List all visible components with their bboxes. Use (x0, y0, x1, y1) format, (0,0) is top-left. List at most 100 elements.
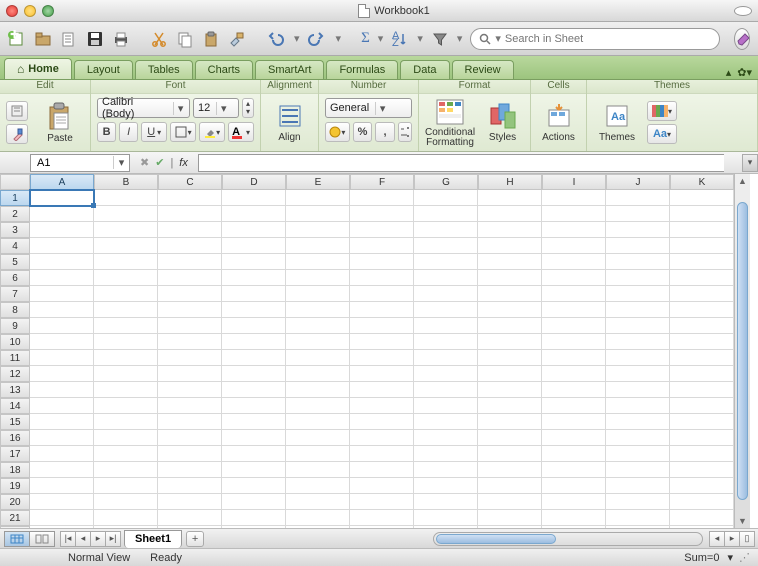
cell-I15[interactable] (542, 414, 606, 430)
cell-I21[interactable] (542, 510, 606, 526)
align-button[interactable]: Align (267, 102, 312, 143)
horizontal-scroll-thumb[interactable] (436, 534, 556, 544)
cell-A22[interactable] (30, 526, 94, 528)
cell-J19[interactable] (606, 478, 670, 494)
normal-view-button[interactable] (4, 531, 30, 547)
cell-D2[interactable] (222, 206, 286, 222)
cell-G3[interactable] (414, 222, 478, 238)
cell-G1[interactable] (414, 190, 478, 206)
cell-F19[interactable] (350, 478, 414, 494)
clear-dropdown[interactable] (6, 124, 28, 144)
row-header-1[interactable]: 1 (0, 190, 30, 206)
fill-color-button[interactable]: ▾ (199, 122, 225, 142)
cell-K3[interactable] (670, 222, 734, 238)
cell-G18[interactable] (414, 462, 478, 478)
cell-F2[interactable] (350, 206, 414, 222)
cell-E2[interactable] (286, 206, 350, 222)
undo-button[interactable] (266, 28, 286, 50)
sheet-tab-1[interactable]: Sheet1 (124, 530, 182, 548)
cell-B14[interactable] (94, 398, 158, 414)
name-box[interactable]: A1 ▾ (30, 154, 130, 172)
actions-button[interactable]: Actions (537, 102, 580, 143)
cell-E14[interactable] (286, 398, 350, 414)
column-header-A[interactable]: A (30, 174, 94, 190)
cell-G7[interactable] (414, 286, 478, 302)
cell-K5[interactable] (670, 254, 734, 270)
cell-C14[interactable] (158, 398, 222, 414)
cell-F10[interactable] (350, 334, 414, 350)
autosum-button[interactable]: Σ (361, 28, 370, 50)
cell-A4[interactable] (30, 238, 94, 254)
last-sheet-button[interactable]: ▸| (105, 531, 121, 547)
cell-B6[interactable] (94, 270, 158, 286)
cell-K6[interactable] (670, 270, 734, 286)
cell-B15[interactable] (94, 414, 158, 430)
cell-H11[interactable] (478, 350, 542, 366)
cell-K8[interactable] (670, 302, 734, 318)
cell-F6[interactable] (350, 270, 414, 286)
theme-colors-button[interactable]: ▾ (647, 101, 677, 121)
row-header-19[interactable]: 19 (0, 478, 30, 494)
cell-C7[interactable] (158, 286, 222, 302)
cell-H20[interactable] (478, 494, 542, 510)
next-sheet-button[interactable]: ▸ (90, 531, 106, 547)
cell-C1[interactable] (158, 190, 222, 206)
comma-button[interactable]: , (375, 122, 395, 142)
cell-H17[interactable] (478, 446, 542, 462)
cell-E18[interactable] (286, 462, 350, 478)
cell-A20[interactable] (30, 494, 94, 510)
cell-G9[interactable] (414, 318, 478, 334)
cell-E16[interactable] (286, 430, 350, 446)
row-header-18[interactable]: 18 (0, 462, 30, 478)
cell-G13[interactable] (414, 382, 478, 398)
cell-B13[interactable] (94, 382, 158, 398)
cell-K18[interactable] (670, 462, 734, 478)
row-header-13[interactable]: 13 (0, 382, 30, 398)
row-header-17[interactable]: 17 (0, 446, 30, 462)
cell-A18[interactable] (30, 462, 94, 478)
chevron-down-icon[interactable]: ▾ (113, 156, 129, 169)
row-header-5[interactable]: 5 (0, 254, 30, 270)
cell-A21[interactable] (30, 510, 94, 526)
cell-C18[interactable] (158, 462, 222, 478)
border-button[interactable]: ▾ (170, 122, 196, 142)
select-all-corner[interactable] (0, 174, 30, 190)
cell-J8[interactable] (606, 302, 670, 318)
close-window-button[interactable] (6, 5, 18, 17)
cell-J9[interactable] (606, 318, 670, 334)
font-name-select[interactable]: Calibri (Body)▾ (97, 98, 190, 118)
cell-G22[interactable] (414, 526, 478, 528)
cell-A6[interactable] (30, 270, 94, 286)
save-button[interactable] (86, 28, 104, 50)
cell-C5[interactable] (158, 254, 222, 270)
cell-H19[interactable] (478, 478, 542, 494)
cell-H15[interactable] (478, 414, 542, 430)
cell-D18[interactable] (222, 462, 286, 478)
row-header-10[interactable]: 10 (0, 334, 30, 350)
cell-F13[interactable] (350, 382, 414, 398)
open-recent-button[interactable] (60, 28, 78, 50)
cell-D15[interactable] (222, 414, 286, 430)
row-header-6[interactable]: 6 (0, 270, 30, 286)
font-size-stepper[interactable]: ▴▾ (242, 98, 254, 118)
cell-G17[interactable] (414, 446, 478, 462)
cell-C15[interactable] (158, 414, 222, 430)
cell-I11[interactable] (542, 350, 606, 366)
row-header-4[interactable]: 4 (0, 238, 30, 254)
copy-button[interactable] (176, 28, 194, 50)
cell-B19[interactable] (94, 478, 158, 494)
scroll-up-arrow[interactable]: ▲ (735, 174, 750, 188)
cell-D19[interactable] (222, 478, 286, 494)
cell-H10[interactable] (478, 334, 542, 350)
cell-D8[interactable] (222, 302, 286, 318)
cell-C19[interactable] (158, 478, 222, 494)
cell-I10[interactable] (542, 334, 606, 350)
cell-G20[interactable] (414, 494, 478, 510)
tab-home[interactable]: ⌂Home (4, 58, 72, 79)
cell-G2[interactable] (414, 206, 478, 222)
cell-B4[interactable] (94, 238, 158, 254)
cell-D20[interactable] (222, 494, 286, 510)
cell-E11[interactable] (286, 350, 350, 366)
cell-B8[interactable] (94, 302, 158, 318)
cell-A11[interactable] (30, 350, 94, 366)
